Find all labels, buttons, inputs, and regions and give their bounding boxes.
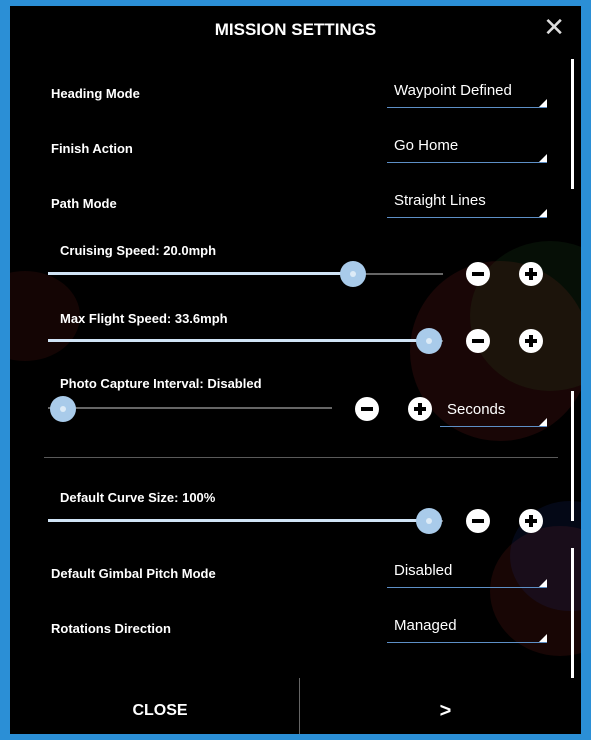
close-button[interactable]: CLOSE — [10, 702, 310, 720]
select-underline — [440, 426, 547, 427]
plus-icon — [418, 403, 422, 415]
minus-icon — [472, 339, 484, 343]
dropdown-corner-icon — [539, 579, 547, 587]
minus-icon — [472, 519, 484, 523]
scrollbar[interactable] — [571, 59, 574, 189]
plus-icon — [529, 515, 533, 527]
photo-capture-unit-value: Seconds — [447, 401, 506, 418]
default-curve-size-label: Default Curve Size: 100% — [60, 490, 216, 505]
select-underline — [387, 107, 547, 108]
photo-capture-interval-track[interactable] — [48, 407, 332, 409]
cruising-speed-plus-button[interactable] — [519, 262, 543, 286]
select-underline — [387, 217, 547, 218]
heading-mode-label: Heading Mode — [51, 86, 140, 101]
default-curve-size-plus-button[interactable] — [519, 509, 543, 533]
cruising-speed-minus-button[interactable] — [466, 262, 490, 286]
photo-capture-interval-label: Photo Capture Interval: Disabled — [60, 376, 262, 391]
path-mode-value: Straight Lines — [394, 192, 486, 209]
default-curve-size-thumb[interactable] — [416, 508, 442, 534]
path-mode-label: Path Mode — [51, 196, 117, 211]
max-flight-speed-minus-button[interactable] — [466, 329, 490, 353]
dialog-title: MISSION SETTINGS — [214, 20, 377, 39]
cruising-speed-fill — [48, 272, 353, 275]
default-curve-size-fill — [48, 519, 430, 522]
mission-settings-dialog: MISSION SETTINGS ✕ Heading Mode Waypoint… — [10, 6, 581, 734]
photo-capture-interval-plus-button[interactable] — [408, 397, 432, 421]
scrollbar[interactable] — [571, 391, 574, 521]
minus-icon — [361, 407, 373, 411]
plus-icon — [529, 335, 533, 347]
plus-icon — [529, 268, 533, 280]
gimbal-pitch-mode-value: Disabled — [394, 562, 453, 579]
heading-mode-value: Waypoint Defined — [394, 82, 512, 99]
section-divider — [44, 457, 558, 458]
dropdown-corner-icon — [539, 154, 547, 162]
default-curve-size-minus-button[interactable] — [466, 509, 490, 533]
photo-capture-unit-select[interactable]: Seconds — [440, 399, 547, 427]
gimbal-pitch-mode-select[interactable]: Disabled — [387, 560, 547, 588]
finish-action-label: Finish Action — [51, 141, 133, 156]
rotations-direction-value: Managed — [394, 617, 457, 634]
heading-mode-select[interactable]: Waypoint Defined — [387, 80, 547, 108]
cruising-speed-thumb[interactable] — [340, 261, 366, 287]
max-flight-speed-plus-button[interactable] — [519, 329, 543, 353]
finish-action-value: Go Home — [394, 137, 459, 154]
rotations-direction-label: Rotations Direction — [51, 621, 171, 636]
select-underline — [387, 642, 547, 643]
minus-icon — [472, 272, 484, 276]
path-mode-select[interactable]: Straight Lines — [387, 190, 547, 218]
dropdown-corner-icon — [539, 418, 547, 426]
close-icon[interactable]: ✕ — [543, 14, 565, 40]
dropdown-corner-icon — [539, 209, 547, 217]
dropdown-corner-icon — [539, 99, 547, 107]
select-underline — [387, 587, 547, 588]
next-button[interactable]: > — [310, 700, 581, 723]
scrollbar[interactable] — [571, 548, 574, 678]
select-underline — [387, 162, 547, 163]
max-flight-speed-thumb[interactable] — [416, 328, 442, 354]
finish-action-select[interactable]: Go Home — [387, 135, 547, 163]
cruising-speed-label: Cruising Speed: 20.0mph — [60, 243, 217, 258]
dropdown-corner-icon — [539, 634, 547, 642]
photo-capture-interval-minus-button[interactable] — [355, 397, 379, 421]
rotations-direction-select[interactable]: Managed — [387, 615, 547, 643]
photo-capture-interval-thumb[interactable] — [50, 396, 76, 422]
gimbal-pitch-mode-label: Default Gimbal Pitch Mode — [51, 566, 216, 581]
max-flight-speed-label: Max Flight Speed: 33.6mph — [60, 311, 228, 326]
max-flight-speed-fill — [48, 339, 430, 342]
